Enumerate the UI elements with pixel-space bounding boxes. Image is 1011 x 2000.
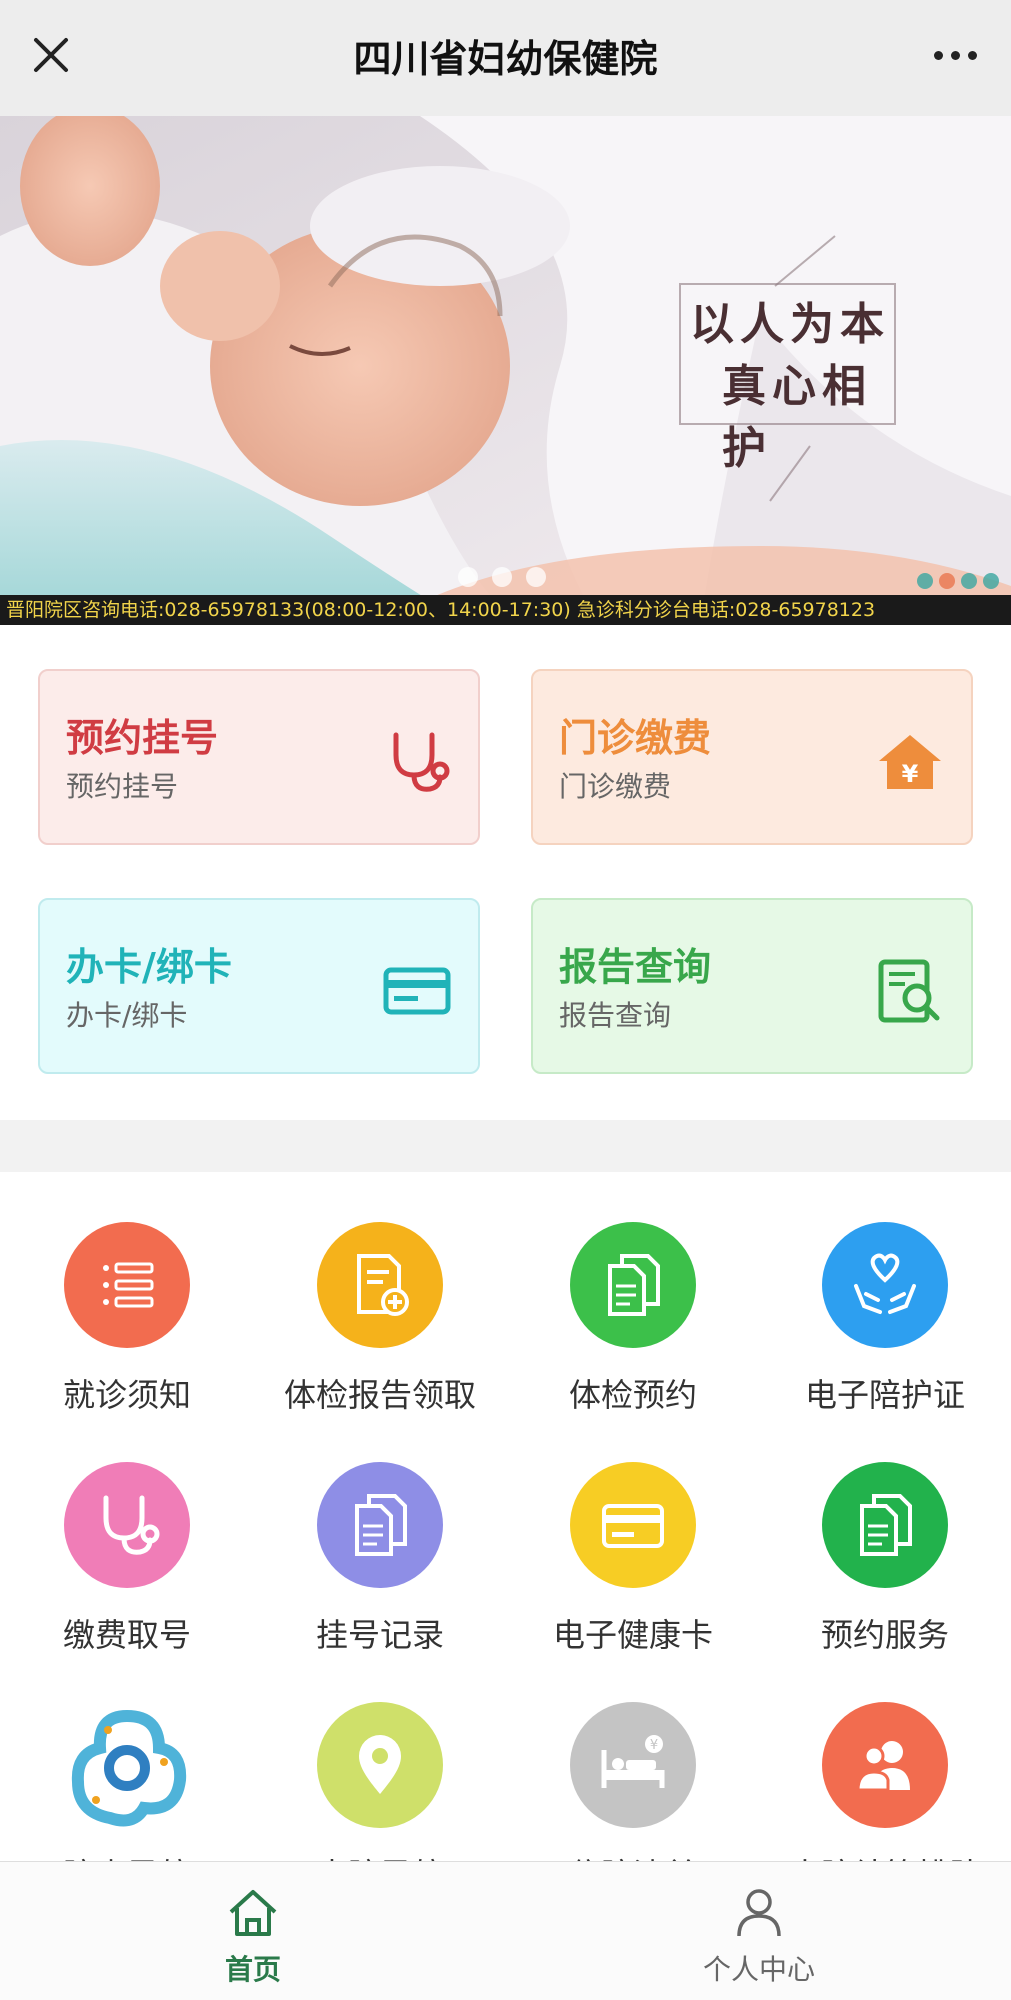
grid-item-label: 体检报告领取 <box>283 1376 476 1414</box>
location-pin-icon <box>317 1702 443 1828</box>
card-title: 预约挂号 <box>66 716 219 760</box>
documents-icon <box>317 1462 443 1588</box>
grid-item-checkup-report[interactable]: 体检报告领取 <box>255 1222 505 1416</box>
documents-icon <box>822 1462 948 1588</box>
house-yen-icon: ¥ <box>879 735 941 789</box>
grid-item-label: 体检预约 <box>568 1376 697 1414</box>
grid-item-booking-service[interactable]: 预约服务 <box>760 1462 1010 1656</box>
card-register-card[interactable]: 办卡/绑卡 办卡/绑卡 <box>38 898 480 1074</box>
grid-item-label: 缴费取号 <box>62 1616 191 1654</box>
card-outpatient-payment[interactable]: 门诊缴费 门诊缴费 ¥ <box>531 669 973 845</box>
grid-item-pay-ticket[interactable]: 缴费取号 <box>2 1462 252 1656</box>
slogan-line-1: 以人为本 <box>690 299 890 350</box>
bed-icon: ¥ <box>570 1702 696 1828</box>
nav-home-label: 首页 <box>224 1953 281 1986</box>
slogan-line-2: 真心相护 <box>722 361 872 474</box>
nav-personal-center[interactable]: 个人中心 <box>634 1884 884 1988</box>
hospital-logo-icon <box>64 1702 190 1828</box>
card-subtitle: 办卡/绑卡 <box>66 999 188 1032</box>
card-title: 报告查询 <box>559 945 712 989</box>
svg-text:¥: ¥ <box>650 1738 658 1753</box>
document-add-icon <box>317 1222 443 1348</box>
grid-item-label: 就诊须知 <box>62 1376 191 1414</box>
banner-slogan: 以人为本 真心相护 <box>690 294 900 480</box>
card-subtitle: 预约挂号 <box>66 770 179 803</box>
card-title: 办卡/绑卡 <box>66 945 232 989</box>
carousel-indicator <box>458 567 546 587</box>
grid-item-escort-certificate[interactable]: 电子陪护证 <box>760 1222 1010 1416</box>
more-menu-icon[interactable] <box>925 32 985 78</box>
report-search-icon <box>878 959 940 1023</box>
card-subtitle: 门诊缴费 <box>559 770 672 803</box>
nav-home[interactable]: 首页 <box>128 1884 378 1988</box>
card-title: 门诊缴费 <box>559 716 712 760</box>
list-icon <box>64 1222 190 1348</box>
person-icon <box>737 1889 781 1937</box>
grid-item-visit-notice[interactable]: 就诊须知 <box>2 1222 252 1416</box>
top-bar: 四川省妇幼保健院 <box>0 0 1011 116</box>
carousel-indicator-secondary <box>917 573 999 589</box>
banner-carousel[interactable]: 以人为本 真心相护 晋阳院区咨询电话:028-65978133(08:00-12… <box>0 116 1011 625</box>
nav-personal-label: 个人中心 <box>702 1953 815 1986</box>
card-report-query[interactable]: 报告查询 报告查询 <box>531 898 973 1074</box>
contact-ticker: 晋阳院区咨询电话:028-65978133(08:00-12:00、14:00-… <box>0 595 1011 625</box>
hands-heart-icon <box>822 1222 948 1348</box>
grid-item-health-card[interactable]: 电子健康卡 <box>508 1462 758 1656</box>
grid-item-label: 电子健康卡 <box>552 1616 713 1654</box>
stethoscope-icon <box>393 732 450 792</box>
grid-item-label: 电子陪护证 <box>804 1376 965 1414</box>
card-appointment[interactable]: 预约挂号 预约挂号 <box>38 669 480 845</box>
page-title: 四川省妇幼保健院 <box>353 37 658 81</box>
bottom-nav: 首页 个人中心 <box>0 1861 1011 2000</box>
people-icon <box>822 1702 948 1828</box>
card-icon <box>570 1462 696 1588</box>
documents-icon <box>570 1222 696 1348</box>
section-divider <box>0 1120 1011 1172</box>
grid-item-label: 挂号记录 <box>315 1616 444 1654</box>
card-icon <box>383 967 451 1015</box>
grid-item-label: 预约服务 <box>820 1616 949 1654</box>
grid-item-registration-record[interactable]: 挂号记录 <box>255 1462 505 1656</box>
svg-text:¥: ¥ <box>902 760 919 788</box>
stethoscope-icon <box>64 1462 190 1588</box>
home-icon <box>229 1890 277 1936</box>
card-subtitle: 报告查询 <box>559 999 672 1032</box>
grid-item-checkup-booking[interactable]: 体检预约 <box>508 1222 758 1416</box>
